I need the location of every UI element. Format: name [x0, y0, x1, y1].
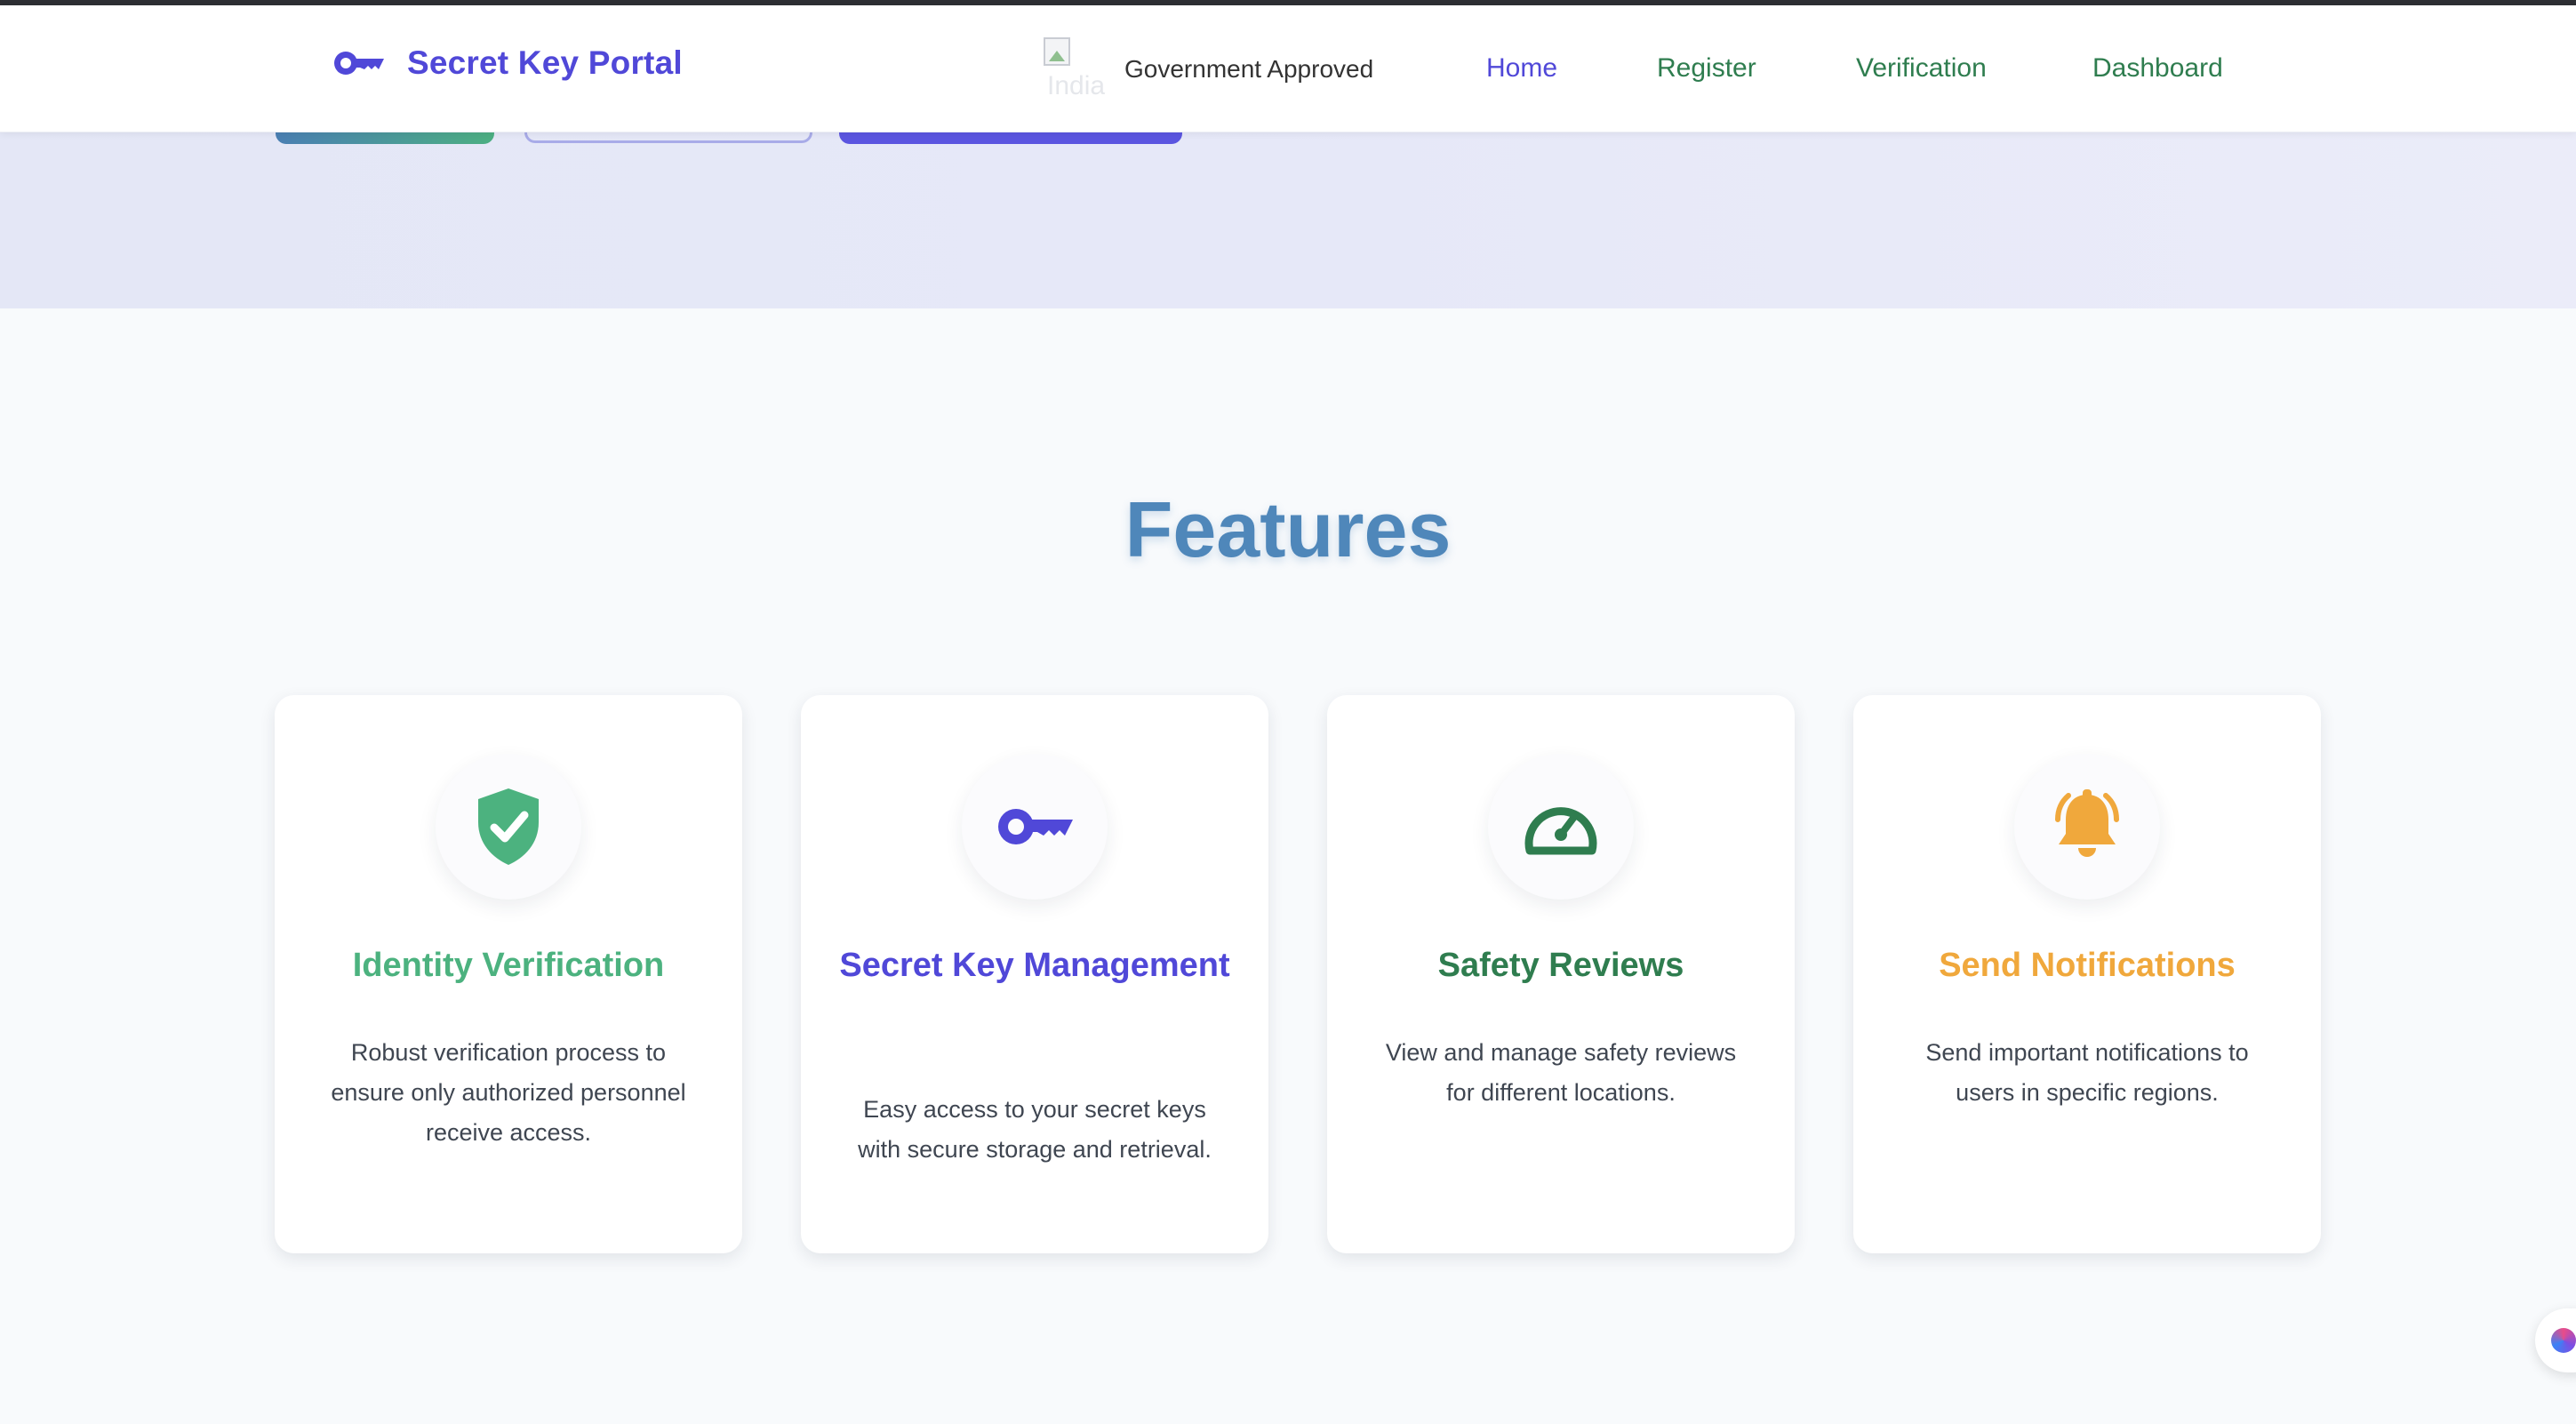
key-icon: [998, 809, 1073, 844]
feature-description: Send important notifications to users in…: [1925, 1039, 2249, 1106]
feature-icon-container: [962, 754, 1108, 900]
nav-home-link[interactable]: Home: [1486, 53, 1557, 84]
bell-icon: [2055, 789, 2119, 857]
feature-card-send-notifications: Send Notifications Send important notifi…: [1853, 695, 2321, 1253]
assistant-icon: [2551, 1328, 2576, 1353]
feature-description: View and manage safety reviews for diffe…: [1385, 1039, 1737, 1106]
brand-logo-link[interactable]: Secret Key Portal: [331, 44, 683, 82]
key-icon: [331, 45, 386, 81]
site-header: Secret Key Portal India Government Appro…: [0, 5, 2576, 132]
feature-icon-container: [1488, 754, 1634, 900]
nav-verification-link[interactable]: Verification: [1856, 53, 1987, 84]
feature-title: Send Notifications: [1939, 947, 2236, 984]
broken-image-icon: [1044, 37, 1070, 66]
feature-description: Easy access to your secret keys with sec…: [858, 1096, 1212, 1163]
features-heading: Features: [1124, 485, 1452, 573]
feature-description: Robust verification process to ensure on…: [331, 1039, 686, 1146]
feature-icon-container: [436, 754, 581, 900]
feature-title: Secret Key Management: [839, 947, 1230, 984]
feature-card-secret-key-management: Secret Key Management Easy access to you…: [801, 695, 1268, 1253]
feature-title: Identity Verification: [352, 947, 665, 984]
flag-alt-text: India: [1047, 71, 1106, 100]
brand-title: Secret Key Portal: [407, 44, 683, 81]
feature-card-identity-verification: Identity Verification Robust verificatio…: [275, 695, 742, 1253]
gauge-icon: [1524, 807, 1597, 855]
shield-check-icon: [478, 788, 539, 865]
floating-assistant-button[interactable]: [2535, 1308, 2576, 1372]
india-flag-image: India: [1044, 37, 1105, 101]
feature-title: Safety Reviews: [1437, 947, 1684, 984]
government-approved-label: Government Approved: [1124, 55, 1374, 83]
nav-dashboard-link[interactable]: Dashboard: [2092, 53, 2223, 84]
nav-register-link[interactable]: Register: [1657, 53, 1756, 84]
feature-card-safety-reviews: Safety Reviews View and manage safety re…: [1327, 695, 1795, 1253]
feature-icon-container: [2014, 754, 2160, 900]
